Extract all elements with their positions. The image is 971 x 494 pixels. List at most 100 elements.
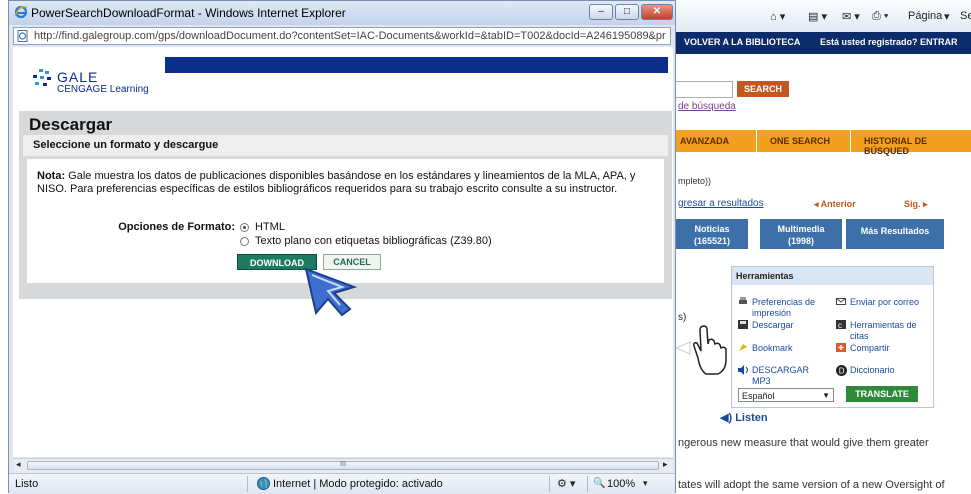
tab-label: Más Resultados <box>860 226 930 236</box>
gale-logo-icon <box>33 69 51 86</box>
nav-historial[interactable]: HISTORIAL DE BÚSQUED <box>864 136 971 156</box>
page-icon <box>17 30 28 42</box>
svg-text:c: c <box>838 321 842 329</box>
speaker-icon <box>738 365 748 375</box>
tab-mas-resultados[interactable]: Más Resultados <box>846 219 944 249</box>
nav-bar: AVANZADA ONE SEARCH HISTORIAL DE BÚSQUED <box>676 130 971 156</box>
status-divider <box>587 476 588 492</box>
share-link[interactable]: Compartir <box>850 343 890 354</box>
chevron-down-icon[interactable]: ▾ <box>643 478 648 489</box>
close-button[interactable]: ✕ <box>641 4 673 20</box>
safety-menu[interactable]: Se <box>960 10 971 22</box>
search-button[interactable]: SEARCH <box>737 81 789 97</box>
mail-icon[interactable]: ✉ ▾ <box>842 10 860 23</box>
site-top-bar: VOLVER A LA BIBLIOTECA Está usted regist… <box>676 32 971 54</box>
nav-divider <box>850 130 851 152</box>
translate-button[interactable]: TRANSLATE <box>846 386 918 402</box>
scrollbar-thumb[interactable]: III <box>27 461 659 470</box>
page-menu-chevron-icon[interactable]: ▾ <box>944 10 950 23</box>
title-bar[interactable]: PowerSearchDownloadFormat - Windows Inte… <box>9 1 675 25</box>
speaker-icon: ◀) <box>720 412 733 424</box>
save-icon <box>738 320 748 329</box>
minimize-button[interactable]: – <box>589 4 613 20</box>
address-bar[interactable]: http://find.galegroup.com/gps/downloadDo… <box>13 27 671 45</box>
svg-text:D: D <box>839 367 845 376</box>
arrow-cursor-icon <box>304 267 358 317</box>
ie-popup-window: PowerSearchDownloadFormat - Windows Inte… <box>8 0 676 494</box>
tab-label: Noticias <box>694 224 730 234</box>
page-menu[interactable]: Página <box>908 10 942 22</box>
search-link[interactable]: de búsqueda <box>678 101 736 112</box>
hand-pointer-icon <box>676 325 727 375</box>
bookmark-link[interactable]: Bookmark <box>752 343 793 354</box>
section-title: Seleccione un formato y descargue <box>33 139 219 151</box>
feeds-icon[interactable]: ▤ ▾ <box>808 10 827 23</box>
zoom-level[interactable]: 100% <box>607 478 635 490</box>
scroll-left-icon[interactable]: ◂ <box>16 459 21 470</box>
zoom-icon: 🔍 <box>593 478 606 489</box>
download-link[interactable]: Descargar <box>752 320 794 331</box>
citation-icon: c <box>836 320 846 329</box>
previous-link[interactable]: ◂ Anterior <box>814 199 856 210</box>
security-zone: Internet | Modo protegido: activado <box>273 478 443 490</box>
ie-icon <box>14 5 28 19</box>
citation-fragment: mpleto)) <box>678 176 712 186</box>
status-divider <box>247 476 248 492</box>
status-bar: Listo Internet | Modo protegido: activad… <box>9 473 675 494</box>
next-link[interactable]: Sig. ▸ <box>904 199 928 210</box>
url-text: http://find.galegroup.com/gps/downloadDo… <box>34 30 666 42</box>
note-body: Gale muestra los datos de publicaciones … <box>37 170 636 195</box>
home-icon[interactable]: ⌂ ▾ <box>770 10 785 23</box>
nav-one-search[interactable]: ONE SEARCH <box>770 136 830 146</box>
tab-label: Multimedia <box>777 224 825 234</box>
tab-multimedia[interactable]: Multimedia (1998) <box>760 219 842 249</box>
tab-count: (165521) <box>693 236 731 246</box>
nav-avanzada[interactable]: AVANZADA <box>680 136 729 146</box>
logo-tagline: CENGAGE Learning <box>57 84 149 95</box>
language-value: Español <box>742 391 775 401</box>
page-title: Descargar <box>29 115 113 134</box>
tools-panel: Herramientas Preferencias de impresión E… <box>731 266 934 408</box>
print-preferences-link[interactable]: Preferencias de impresión <box>752 297 830 319</box>
background-page: ⌂ ▾ ▤ ▾ ✉ ▾ ⎙ ▾ Página ▾ Se VOLVER A LA … <box>676 0 971 493</box>
logo-name: GALE <box>57 69 99 85</box>
email-icon <box>836 298 846 305</box>
listen-link[interactable]: ◀) Listen <box>720 411 768 424</box>
tools-header: Herramientas <box>732 267 933 285</box>
scroll-right-icon[interactable]: ▸ <box>663 459 668 470</box>
back-to-results-link[interactable]: gresar a resultados <box>678 198 764 209</box>
radio-html[interactable] <box>240 223 249 232</box>
citation-tools-link[interactable]: Herramientas de citas <box>850 320 926 342</box>
globe-icon <box>257 477 270 490</box>
back-to-library-link[interactable]: VOLVER A LA BIBLIOTECA <box>684 37 800 47</box>
tab-noticias[interactable]: Noticias (165521) <box>676 219 748 249</box>
section-header: Seleccione un formato y descargue <box>23 135 668 156</box>
window-title: PowerSearchDownloadFormat - Windows Inte… <box>31 6 346 20</box>
share-icon <box>836 343 846 352</box>
dictionary-link[interactable]: Diccionario <box>850 365 895 376</box>
horizontal-scrollbar[interactable]: ◂ III ▸ <box>13 458 673 473</box>
note-label: Nota: <box>37 170 66 182</box>
scroll-grip: III <box>340 461 346 468</box>
article-text: tates will adopt the same version of a n… <box>678 479 945 491</box>
download-mp3-link[interactable]: DESCARGAR MP3 <box>752 365 824 387</box>
radio-plain-text-label[interactable]: Texto plano con etiquetas bibliográficas… <box>255 235 492 247</box>
maximize-button[interactable]: □ <box>615 4 639 20</box>
login-link[interactable]: Está usted registrado? ENTRAR <box>820 37 958 47</box>
page-content: GALE CENGAGE Learning Descargar Seleccio… <box>13 47 673 457</box>
email-link[interactable]: Enviar por correo <box>850 297 930 308</box>
print-icon[interactable]: ⎙ ▾ <box>872 10 888 23</box>
language-select[interactable]: Español ▼ <box>738 388 834 402</box>
search-input[interactable] <box>676 81 733 98</box>
radio-html-label[interactable]: HTML <box>255 221 285 233</box>
status-text: Listo <box>15 478 39 490</box>
status-divider <box>549 476 550 492</box>
radio-plain-text[interactable] <box>240 237 249 246</box>
listen-label: Listen <box>735 412 768 424</box>
bookmark-icon <box>739 344 747 351</box>
format-box: Nota: Gale muestra los datos de publicac… <box>27 159 664 283</box>
dictionary-icon: D <box>836 365 847 376</box>
nav-divider <box>756 130 757 152</box>
ie-command-bar: ⌂ ▾ ▤ ▾ ✉ ▾ ⎙ ▾ Página ▾ Se <box>676 0 971 33</box>
protected-mode-icon[interactable]: ⚙ ▾ <box>557 477 575 490</box>
